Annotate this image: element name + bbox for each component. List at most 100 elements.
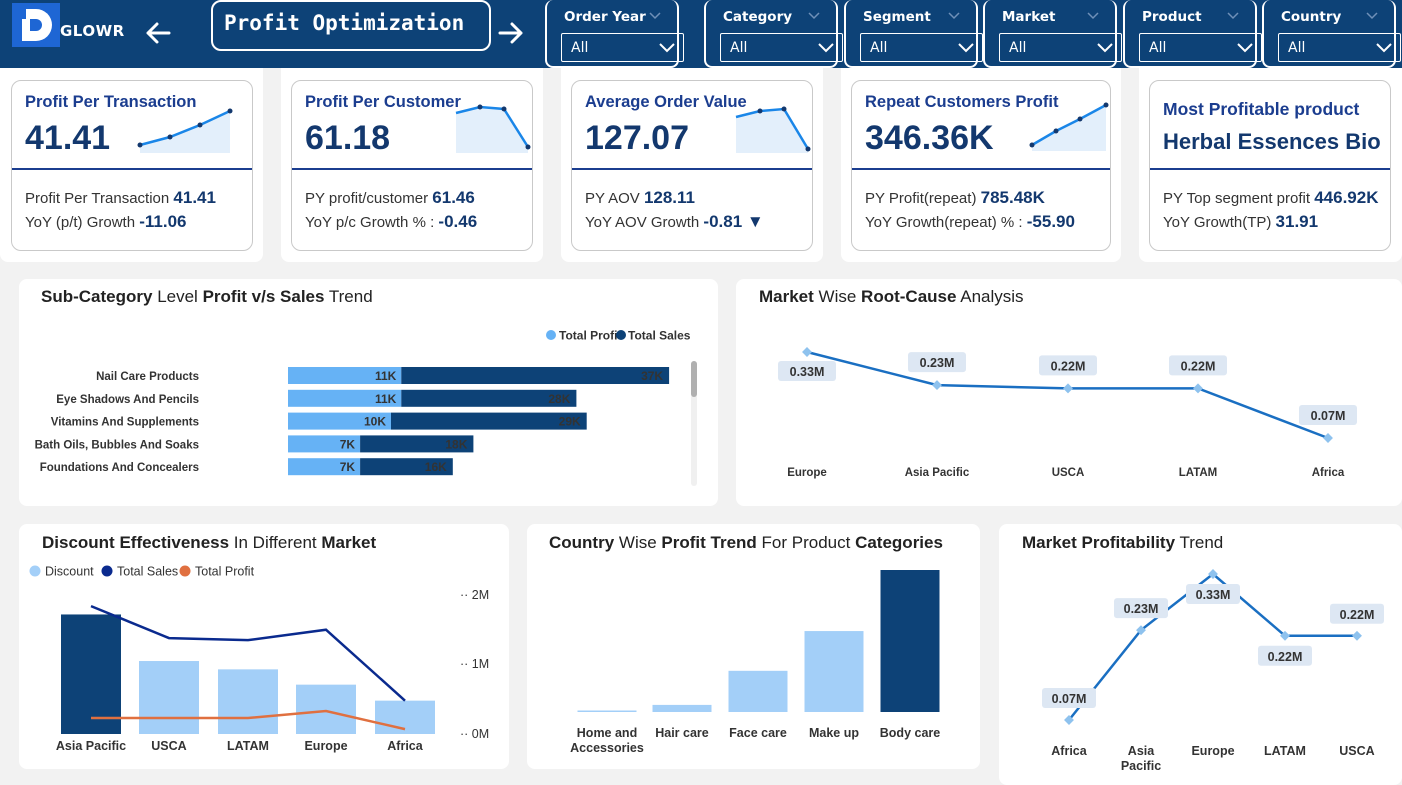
filter-product[interactable]: Product All: [1123, 0, 1262, 68]
filter-value: All: [1288, 40, 1306, 56]
data-label: 0.22M: [1268, 650, 1303, 664]
kpi-divider: [12, 168, 252, 170]
chevron-down-icon[interactable]: [1087, 12, 1099, 20]
filter-category[interactable]: Category All: [704, 0, 843, 68]
filter-dropdown[interactable]: All: [860, 33, 983, 62]
data-point: [1193, 383, 1203, 394]
kpi-row-2: YoY AOV Growth -0.81 ▼: [585, 212, 764, 231]
filter-label: Country: [1281, 9, 1342, 25]
filter-label: Segment: [863, 9, 931, 25]
x-axis-label: Africa: [1051, 744, 1087, 758]
x-axis-label: Africa: [1312, 467, 1345, 479]
kpi-value: 346.36K: [865, 119, 994, 157]
x-axis-label: Make up: [809, 726, 859, 740]
filter-dropdown[interactable]: All: [999, 33, 1122, 62]
data-label: 0.33M: [1196, 588, 1231, 602]
x-axis-label: LATAM: [1264, 744, 1306, 758]
chevron-down-icon: [1097, 43, 1113, 53]
subcategory-chart: Total Profit Total Sales Nail Care Product…: [35, 329, 697, 486]
chevron-down-icon[interactable]: [808, 12, 820, 20]
filter-country[interactable]: Country All: [1262, 0, 1401, 68]
filter-dropdown[interactable]: All: [1278, 33, 1401, 62]
discount-chart: Discount Total Sales Total Profit Asia Paci…: [29, 565, 489, 753]
sales-value-label: 37K: [641, 369, 663, 383]
chevron-down-icon[interactable]: [1227, 12, 1239, 20]
x-axis-label: USCA: [151, 739, 186, 753]
x-axis-label: Europe: [304, 739, 347, 753]
market-root-cause-chart: 0.33M Europe 0.23M Asia Pacific 0.22M USCA 0.2…: [778, 347, 1357, 479]
x-axis-label: Africa: [387, 739, 423, 753]
kpi-row-1: PY profit/customer 61.46: [305, 188, 475, 207]
chevron-down-icon[interactable]: [1366, 12, 1378, 20]
filter-label: Order Year: [564, 9, 646, 25]
data-point: [1352, 630, 1362, 641]
sparkline: [137, 108, 233, 153]
filter-order-year[interactable]: Order Year All: [545, 0, 684, 68]
filter-market[interactable]: Market All: [983, 0, 1122, 68]
sales-value-label: 29K: [559, 415, 581, 429]
kpi-value: 61.18: [305, 119, 391, 157]
kpi-row-2: YoY Growth(repeat) % : -55.90: [865, 212, 1075, 231]
legend-marker-total-profit: [546, 330, 556, 340]
profit-value-label: 11K: [375, 392, 397, 406]
x-axis-label: Home and Accessories: [570, 726, 644, 755]
data-label: 0.23M: [1124, 602, 1159, 616]
category-bar: [652, 704, 712, 712]
kpi-row-1: Profit Per Transaction 41.41: [25, 188, 216, 207]
chevron-down-icon[interactable]: [649, 12, 661, 20]
discount-bar: [218, 669, 278, 734]
profit-value-label: 7K: [340, 437, 356, 451]
kpi-divider: [572, 168, 812, 170]
category-label: Eye Shadows And Pencils: [56, 394, 199, 406]
legend-label-total-sales: Total Sales: [628, 329, 691, 343]
kpi-card-average-order-value: Average Order Value 127.07 PY AOV 128.11…: [571, 80, 813, 251]
kpi-divider: [292, 168, 532, 170]
filter-dropdown[interactable]: All: [561, 33, 684, 62]
discount-bar: [296, 684, 356, 734]
filter-label: Market: [1002, 9, 1056, 25]
kpi-row-2: YoY (p/t) Growth -11.06: [25, 212, 187, 231]
data-label: 0.22M: [1340, 608, 1375, 622]
forward-arrow-icon[interactable]: [496, 18, 526, 48]
legend-marker-total-sales: [616, 330, 626, 340]
kpi-row-1: PY Profit(repeat) 785.48K: [865, 188, 1045, 207]
y-axis-tick: ·· 0M: [460, 727, 489, 741]
market-trend-panel: Market Profitability Trend 0.07M Africa 0.…: [999, 524, 1402, 785]
filter-dropdown[interactable]: All: [1139, 33, 1262, 62]
kpi-value: 41.41: [25, 119, 111, 157]
x-axis-label: LATAM: [227, 739, 269, 753]
category-label: Vitamins And Supplements: [51, 417, 199, 429]
legend-marker-total-profit: [179, 565, 191, 577]
filter-value: All: [1149, 40, 1167, 56]
chart-legend: Total Profit Total Sales: [546, 329, 691, 343]
kpi-card-profit-per-transaction: Profit Per Transaction 41.41 Profit Per …: [11, 80, 253, 251]
data-point: [1323, 433, 1333, 443]
profit-value-label: 10K: [364, 415, 386, 429]
kpi-title: Average Order Value: [585, 93, 747, 111]
country-chart: Home and Accessories Hair care Face care Mak…: [570, 570, 940, 755]
chevron-down-icon[interactable]: [948, 12, 960, 20]
kpi-row-1: PY AOV 128.11: [585, 188, 695, 207]
sparkline: [735, 106, 811, 153]
x-axis-label: Asia Pacific: [1121, 744, 1161, 773]
page-title: Profit Optimization: [211, 0, 491, 51]
chevron-down-icon: [1376, 43, 1392, 53]
filter-segment[interactable]: Segment All: [844, 0, 983, 68]
x-axis-label: Europe: [787, 467, 827, 479]
sales-value-label: 16K: [425, 460, 447, 474]
subcategory-panel: Sub-Category Level Profit v/s Sales Tren…: [19, 279, 718, 506]
x-axis-label: USCA: [1339, 744, 1374, 758]
filter-dropdown[interactable]: All: [720, 33, 843, 62]
x-axis-label: USCA: [1052, 467, 1085, 479]
scrollbar-thumb[interactable]: [691, 361, 697, 397]
category-label: Foundations And Concealers: [40, 462, 199, 474]
x-axis-label: LATAM: [1179, 467, 1218, 479]
profit-value-label: 11K: [375, 369, 397, 383]
discount-panel: Discount Effectiveness In Different Mark…: [19, 524, 509, 769]
market-trend-chart: 0.07M Africa 0.23M Asia Pacific 0.33M Europe 0.…: [1042, 569, 1384, 773]
back-arrow-icon[interactable]: [143, 18, 173, 48]
kpi-card-profit-per-customer: Profit Per Customer 61.18 PY profit/cust…: [291, 80, 533, 251]
category-bar: [577, 710, 637, 712]
kpi-row-1: PY Top segment profit 446.92K: [1163, 188, 1379, 207]
brand-name: GLOWR: [60, 22, 125, 40]
